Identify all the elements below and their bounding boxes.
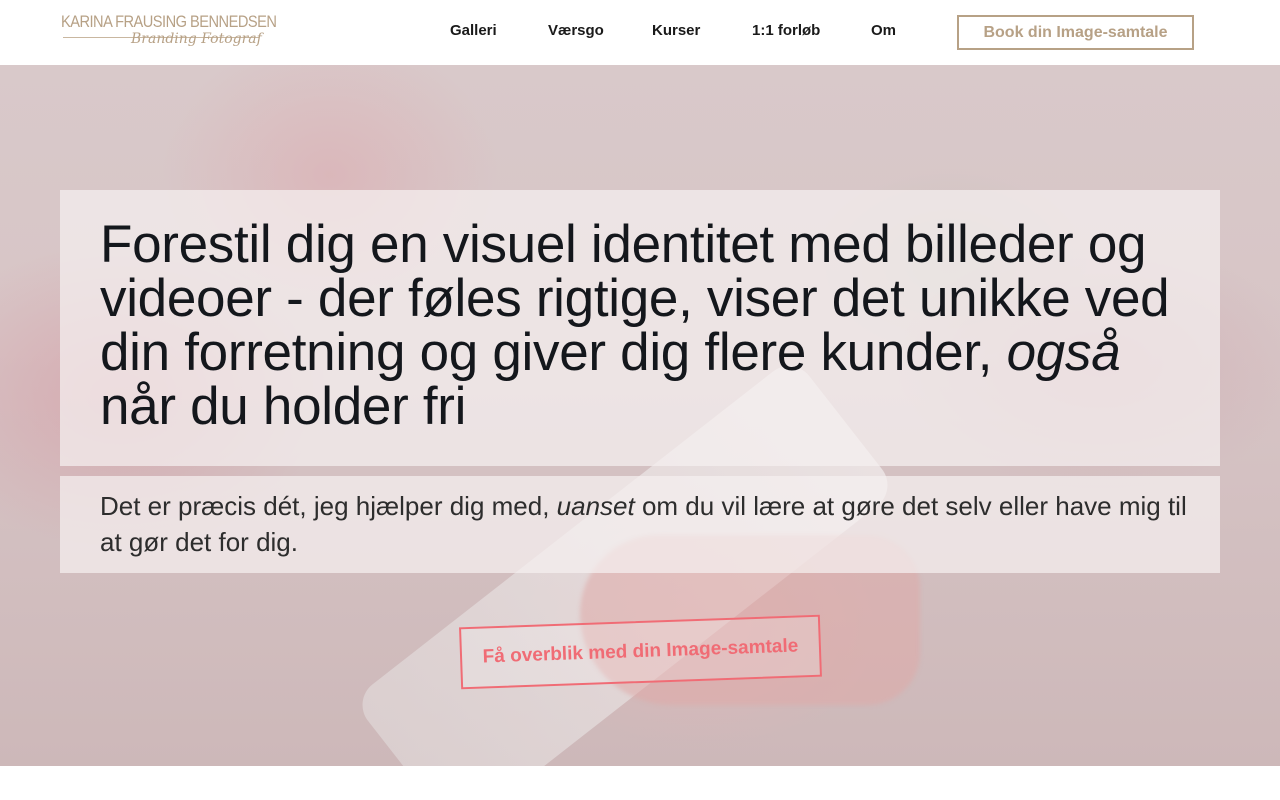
headline-text-2: når du holder fri [100, 377, 467, 436]
headline-emphasis: også [1006, 323, 1121, 382]
hero-subtext: Det er præcis dét, jeg hjælper dig med, … [100, 488, 1190, 560]
nav-item-kurser[interactable]: Kurser [652, 22, 700, 39]
site-header: KARINA FRAUSING BENNEDSEN Branding Fotog… [0, 0, 1280, 65]
nav-item-vaersgo[interactable]: Værsgo [548, 22, 604, 39]
hero-headline: Forestil dig en visuel identitet med bil… [100, 218, 1195, 434]
headline-panel: Forestil dig en visuel identitet med bil… [60, 190, 1220, 466]
subtext-panel: Det er præcis dét, jeg hjælper dig med, … [60, 476, 1220, 573]
nav-item-galleri[interactable]: Galleri [450, 22, 497, 39]
subtext-text-1: Det er præcis dét, jeg hjælper dig med, [100, 491, 557, 521]
nav-item-om[interactable]: Om [871, 22, 896, 39]
image-samtale-cta-button[interactable]: Få overblik med din Image-samtale [459, 614, 822, 690]
site-logo[interactable]: KARINA FRAUSING BENNEDSEN Branding Fotog… [61, 10, 277, 58]
logo-tagline: Branding Fotograf [131, 31, 262, 47]
below-fold-strip [0, 766, 1280, 800]
subtext-emphasis: uanset [556, 491, 635, 521]
hero-section: Forestil dig en visuel identitet med bil… [0, 65, 1280, 766]
book-image-samtale-button[interactable]: Book din Image-samtale [957, 15, 1194, 50]
nav-item-1-1-forloeb[interactable]: 1:1 forløb [752, 22, 820, 39]
logo-name: KARINA FRAUSING BENNEDSEN [61, 12, 277, 31]
